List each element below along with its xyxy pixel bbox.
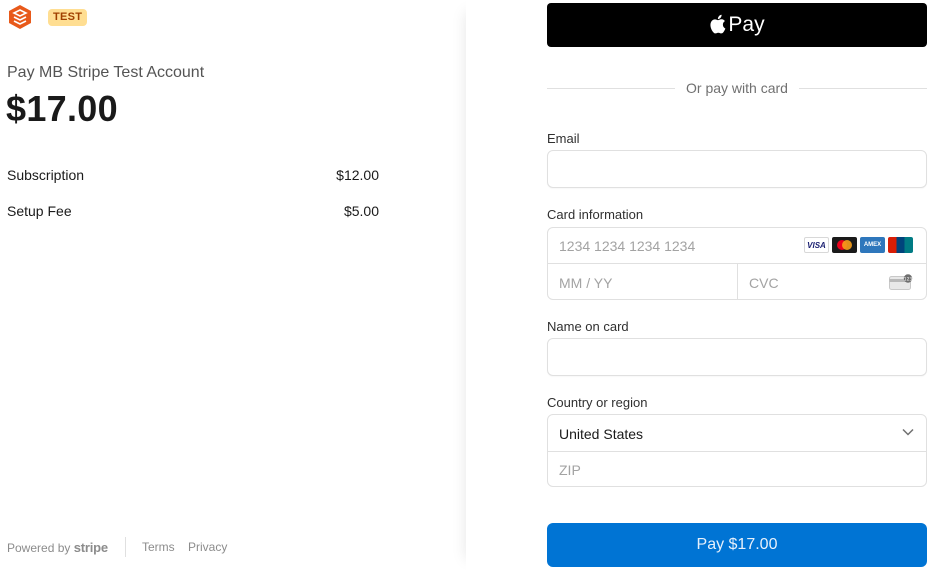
card-information-group: 1234 1234 1234 1234 VISA AMEX MM / YY CV… xyxy=(547,227,927,300)
or-divider: Or pay with card xyxy=(547,80,927,96)
mastercard-icon xyxy=(832,237,857,253)
merchant-name: Pay MB Stripe Test Account xyxy=(7,64,205,81)
country-region-label: Country or region xyxy=(547,395,648,410)
terms-link[interactable]: Terms xyxy=(142,540,175,554)
pay-button[interactable]: Pay $17.00 xyxy=(547,523,927,567)
amex-icon: AMEX xyxy=(860,237,885,253)
card-number-input[interactable]: 1234 1234 1234 1234 xyxy=(559,238,695,254)
visa-icon: VISA xyxy=(804,237,829,253)
line-item: Subscription $12.00 xyxy=(7,167,379,187)
country-address-group: United States ZIP xyxy=(547,414,927,487)
test-mode-badge: TEST xyxy=(48,9,88,26)
card-information-label: Card information xyxy=(547,207,644,222)
country-row-divider xyxy=(548,451,926,452)
line-item-price: $12.00 xyxy=(336,167,379,183)
line-item-price: $5.00 xyxy=(343,203,379,219)
stacked-layers-icon[interactable] xyxy=(7,4,33,30)
powered-by-stripe-link[interactable]: Powered by stripe xyxy=(7,540,108,555)
powered-by-text: Powered by xyxy=(7,541,71,555)
email-field[interactable] xyxy=(547,150,927,188)
total-amount: $17.00 xyxy=(6,88,118,129)
name-on-card-field[interactable] xyxy=(547,338,927,376)
card-brand-icons: VISA AMEX xyxy=(804,237,913,253)
cvc-card-icon: 123 xyxy=(889,274,913,290)
unionpay-icon xyxy=(888,237,913,253)
email-label: Email xyxy=(547,131,580,146)
footer-divider xyxy=(125,537,126,557)
apple-pay-button[interactable]: Pay xyxy=(547,3,927,47)
line-item-name: Setup Fee xyxy=(7,203,72,219)
card-expiry-input[interactable]: MM / YY xyxy=(559,275,612,291)
apple-pay-label: Pay xyxy=(728,13,765,36)
order-summary-pane xyxy=(0,0,466,571)
zip-input[interactable]: ZIP xyxy=(559,462,581,478)
svg-text:123: 123 xyxy=(904,276,913,282)
divider-rule-right xyxy=(799,88,927,89)
name-on-card-label: Name on card xyxy=(547,319,629,334)
chevron-down-icon xyxy=(902,428,914,436)
country-selected-value: United States xyxy=(559,426,644,442)
line-item-name: Subscription xyxy=(7,167,85,183)
line-item: Setup Fee $5.00 xyxy=(7,203,379,223)
card-cvc-input[interactable]: CVC xyxy=(749,275,779,291)
apple-icon xyxy=(710,14,726,34)
card-col-divider xyxy=(737,263,738,300)
stripe-logo: stripe xyxy=(73,540,108,555)
country-select[interactable]: United States xyxy=(548,415,926,451)
privacy-link[interactable]: Privacy xyxy=(188,540,227,554)
